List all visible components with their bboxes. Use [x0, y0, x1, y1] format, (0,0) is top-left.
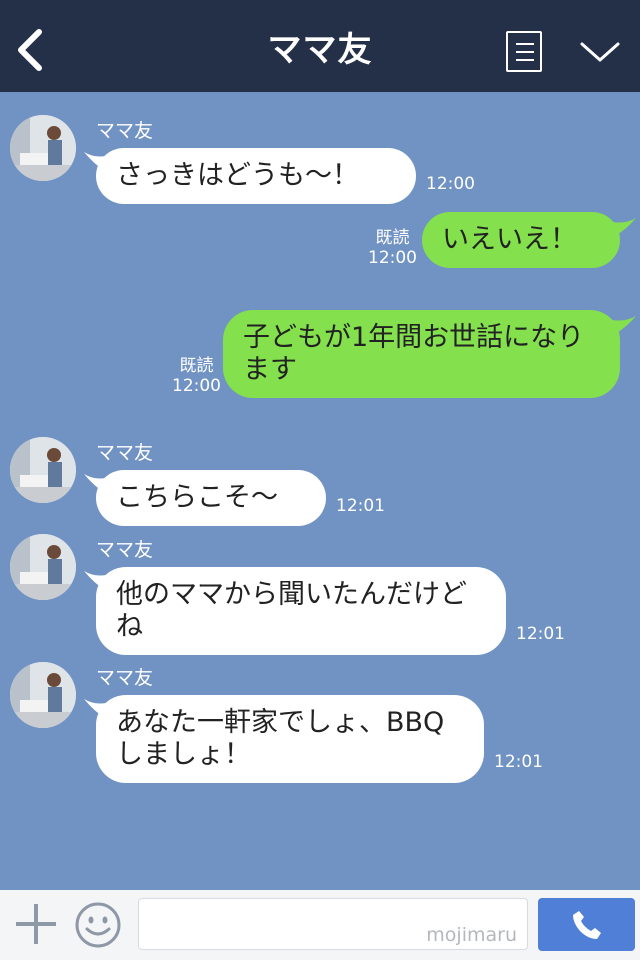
message-bubble[interactable]: 他のママから聞いたんだけどね	[96, 567, 506, 655]
sender-name: ママ友	[96, 120, 154, 142]
read-label: 既読	[375, 228, 410, 248]
message-time: 12:00	[426, 174, 475, 194]
message-time: 12:01	[336, 496, 385, 516]
sender-name: ママ友	[96, 539, 154, 561]
list-icon-line	[516, 51, 534, 53]
read-label: 既読	[179, 356, 214, 376]
message-time: 12:01	[516, 624, 565, 644]
message-time: 12:00	[172, 376, 221, 396]
person-photo-icon	[10, 437, 76, 503]
avatar[interactable]	[10, 115, 76, 181]
chevron-down-icon	[580, 42, 620, 62]
message-bubble[interactable]: いえいえ！	[422, 212, 620, 268]
person-photo-icon	[10, 534, 76, 600]
read-receipt: 既読 12:00	[172, 356, 221, 396]
chat-header: ママ友	[0, 0, 640, 92]
smiley-icon	[75, 902, 121, 948]
watermark-text: mojimaru	[426, 924, 517, 946]
sender-name: ママ友	[96, 442, 154, 464]
chat-title: ママ友	[267, 30, 373, 70]
message-time: 12:01	[494, 752, 543, 772]
message-bubble[interactable]: さっきはどうも〜！	[96, 148, 416, 204]
avatar[interactable]	[10, 437, 76, 503]
read-receipt: 既読 12:00	[368, 228, 417, 268]
plus-icon[interactable]	[14, 902, 58, 946]
message-time: 12:00	[368, 248, 417, 268]
person-photo-icon	[10, 115, 76, 181]
emoji-button[interactable]	[74, 901, 122, 949]
message-bubble[interactable]: こちらこそ〜	[96, 470, 326, 526]
bubble-tail	[612, 218, 636, 238]
message-list[interactable]: ママ友 さっきはどうも〜！ 12:00 既読 12:00 いえいえ！ 既読 12…	[0, 92, 640, 890]
message-input[interactable]: mojimaru	[138, 898, 528, 950]
message-bubble[interactable]: あなた一軒家でしょ、BBQしましょ！	[96, 695, 484, 783]
menu-button[interactable]	[506, 31, 542, 72]
bubble-tail	[612, 316, 636, 336]
sender-name: ママ友	[96, 667, 154, 689]
call-button[interactable]	[538, 898, 635, 951]
avatar[interactable]	[10, 662, 76, 728]
message-bubble[interactable]: 子どもが1年間お世話になります	[223, 310, 620, 398]
list-icon	[516, 43, 534, 45]
collapse-button[interactable]	[578, 36, 622, 68]
phone-icon	[572, 910, 601, 939]
avatar[interactable]	[10, 534, 76, 600]
list-icon-line	[516, 59, 534, 61]
person-photo-icon	[10, 662, 76, 728]
